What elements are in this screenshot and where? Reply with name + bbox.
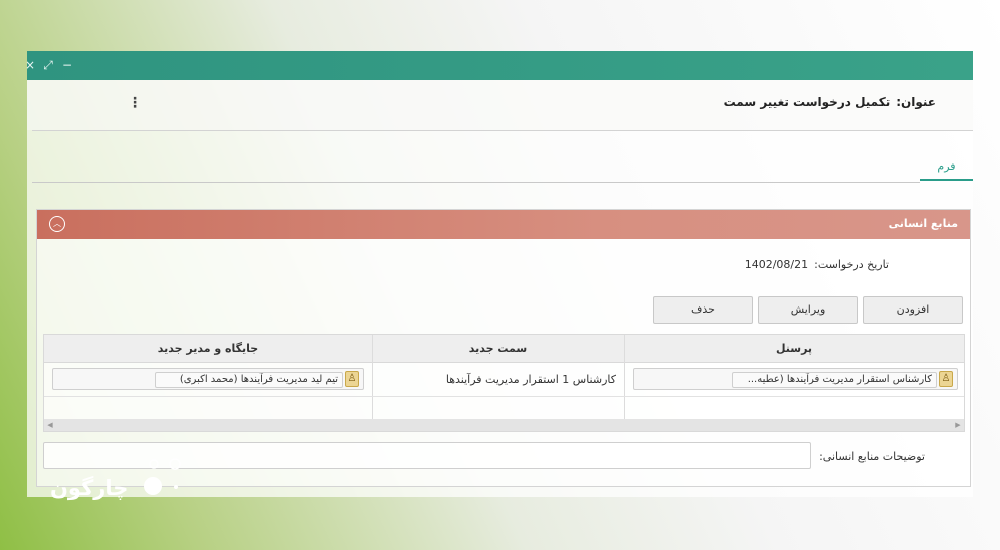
grid-column-divider xyxy=(372,335,373,419)
scroll-left-icon[interactable]: ◀ xyxy=(44,419,56,431)
new-place-manager-tag[interactable]: تیم لید مدیریت فرآیندها (محمد اکبری) xyxy=(155,372,343,388)
horizontal-scrollbar[interactable]: ◀ ▶ xyxy=(44,419,964,431)
column-header-new-position[interactable]: سمت جدید xyxy=(372,335,624,363)
section-title: منابع انسانی xyxy=(888,217,958,230)
scroll-right-icon[interactable]: ▶ xyxy=(952,419,964,431)
edit-button[interactable]: ویرایش xyxy=(758,296,858,324)
column-header-personnel[interactable]: پرسنل xyxy=(624,335,964,363)
title-label: عنوان: xyxy=(896,95,936,109)
request-date-row: تاریخ درخواست: 1402/08/21 xyxy=(745,258,889,271)
personnel-field[interactable]: ♙ کارشناس استقرار مدیریت فرآیندها (عطیه.… xyxy=(633,368,958,390)
title-value: تکمیل درخواست تغییر سمت xyxy=(723,95,891,109)
new-position-cell: کارشناس 1 استقرار مدیریت فرآیندها xyxy=(445,373,616,386)
section-header[interactable]: منابع انسانی ︿ xyxy=(37,210,970,239)
delete-button[interactable]: حذف xyxy=(653,296,753,324)
new-place-manager-field[interactable]: ♙ تیم لید مدیریت فرآیندها (محمد اکبری) xyxy=(52,368,364,390)
tab-form[interactable]: فرم xyxy=(920,159,973,181)
maximize-icon[interactable]: ⤢ xyxy=(41,57,55,73)
header-divider xyxy=(32,130,973,131)
request-date-value: 1402/08/21 xyxy=(744,258,809,271)
close-icon[interactable]: × xyxy=(23,57,37,73)
personnel-grid: پرسنل سمت جدید جایگاه و مدیر جدید ♙ کارش… xyxy=(43,334,965,432)
chargoon-logo: چارگون xyxy=(50,456,190,506)
request-date-label: تاریخ درخواست: xyxy=(814,258,889,271)
grid-row-divider xyxy=(44,396,964,397)
tabs-divider xyxy=(32,182,920,183)
form-title: عنوان: تکمیل درخواست تغییر سمت xyxy=(724,95,936,109)
person-icon: ♙ xyxy=(345,371,359,387)
description-label: توضیحات منابع انسانی: xyxy=(819,450,925,463)
add-button[interactable]: افزودن xyxy=(863,296,963,324)
person-icon: ♙ xyxy=(939,371,953,387)
form-window: × ⤢ − عنوان: تکمیل درخواست تغییر سمت ⋮ فر… xyxy=(25,51,973,497)
logo-text: چارگون xyxy=(50,476,129,500)
minimize-icon[interactable]: − xyxy=(60,57,74,73)
kebab-menu-icon[interactable]: ⋮ xyxy=(128,95,142,111)
title-bar: × ⤢ − xyxy=(25,51,973,80)
hr-section: منابع انسانی ︿ تاریخ درخواست:1402/08/21 … xyxy=(36,209,971,487)
personnel-tag[interactable]: کارشناس استقرار مدیریت فرآیندها (عطیه... xyxy=(732,372,937,388)
chevron-up-icon[interactable]: ︿ xyxy=(49,216,65,232)
grid-header: پرسنل سمت جدید جایگاه و مدیر جدید xyxy=(44,335,964,363)
column-header-new-place-manager[interactable]: جایگاه و مدیر جدید xyxy=(44,335,372,363)
grid-column-divider xyxy=(624,335,625,419)
